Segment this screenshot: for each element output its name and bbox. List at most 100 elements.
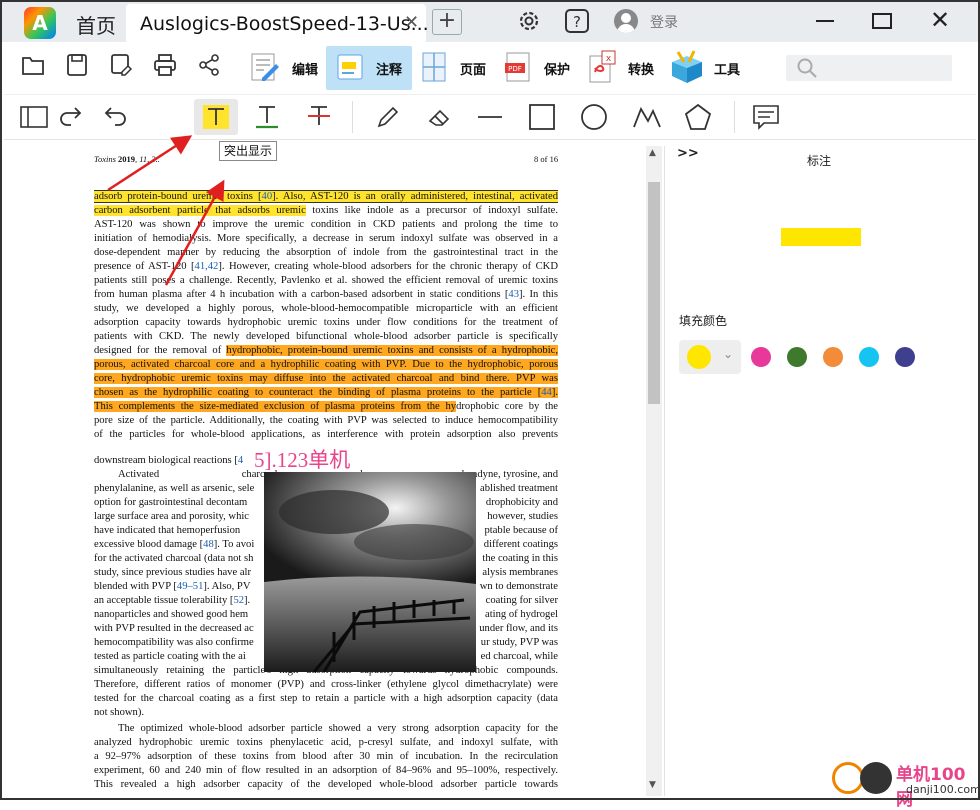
toolbar-convert-label[interactable]: 转换 bbox=[628, 59, 654, 78]
new-tab-button[interactable]: + bbox=[432, 9, 462, 35]
color-swatch-orange[interactable] bbox=[823, 347, 843, 367]
text-line: presence of AST-120 [41,42]. However, cr… bbox=[94, 261, 558, 272]
save-as-icon[interactable] bbox=[108, 52, 134, 78]
chevron-down-icon: ⌄ bbox=[723, 347, 734, 361]
landscape-photo bbox=[264, 472, 476, 672]
maximize-icon[interactable] bbox=[872, 13, 892, 29]
text-line: Therefore, different ratios of monomer (… bbox=[94, 679, 558, 690]
text-line: initiation of hemodialysis. More specifi… bbox=[94, 233, 558, 244]
toolbar-tools-label[interactable]: 工具 bbox=[714, 59, 740, 78]
polygon-icon[interactable] bbox=[684, 103, 712, 131]
pencil-icon[interactable] bbox=[374, 103, 402, 131]
undo-icon[interactable] bbox=[102, 105, 128, 129]
color-swatch-navy[interactable] bbox=[895, 347, 915, 367]
comment-icon[interactable] bbox=[752, 103, 780, 131]
text-line: The optimized whole-blood adsorber parti… bbox=[118, 723, 558, 734]
text-line: a 92–97% adsorption of these toxins from… bbox=[94, 751, 558, 762]
search-icon bbox=[797, 58, 817, 78]
scroll-down-icon[interactable]: ▼ bbox=[649, 780, 656, 790]
tab-document-title: Auslogics-BoostSpeed-13-Us... bbox=[140, 13, 429, 35]
scroll-up-icon[interactable]: ▲ bbox=[649, 148, 656, 158]
toolbar-edit-label[interactable]: 编辑 bbox=[292, 59, 318, 78]
properties-panel: >> 标注 填充颜色 ⌄ bbox=[664, 146, 976, 796]
scrollbar-thumb[interactable] bbox=[648, 182, 660, 404]
collapse-panel-icon[interactable]: >> bbox=[677, 146, 699, 161]
help-icon[interactable]: ? bbox=[564, 8, 590, 34]
search-input[interactable] bbox=[786, 55, 952, 81]
pdf-page: Toxins 2019, 11, 3.. 8 of 16 adsorb prot… bbox=[4, 146, 644, 796]
text-line: carbon adsorbent particle that adsorbs u… bbox=[94, 205, 558, 216]
color-swatch-green[interactable] bbox=[787, 347, 807, 367]
text-line: adsorption capacity towards hydrophobic … bbox=[94, 317, 558, 328]
text-line: designed for the removal of hydrophobic,… bbox=[94, 345, 558, 356]
login-link[interactable]: 登录 bbox=[650, 12, 678, 32]
protect-pdf-icon[interactable]: PDF bbox=[502, 50, 536, 84]
convert-icon[interactable]: x bbox=[586, 50, 620, 84]
annotate-icon[interactable] bbox=[334, 50, 368, 84]
minimize-icon[interactable] bbox=[816, 20, 834, 22]
text-line: AST-120 was shown to improve the uremic … bbox=[94, 219, 558, 230]
text-line: of the particles for whole-blood applica… bbox=[94, 429, 558, 440]
page-icon[interactable] bbox=[418, 50, 452, 84]
tab-document[interactable]: Auslogics-BoostSpeed-13-Us... ✕ bbox=[126, 4, 429, 42]
save-icon[interactable] bbox=[64, 52, 90, 78]
toolbar-protect-label[interactable]: 保护 bbox=[544, 59, 570, 78]
tools-icon[interactable] bbox=[668, 48, 706, 86]
svg-text:PDF: PDF bbox=[508, 65, 522, 73]
share-icon[interactable] bbox=[196, 52, 222, 78]
line-icon[interactable] bbox=[476, 103, 504, 131]
text-line: adsorb protein-bound uremic toxins [40].… bbox=[94, 190, 558, 203]
highlight-tooltip: 突出显示 bbox=[219, 141, 278, 161]
toolbar-divider bbox=[352, 101, 353, 133]
text-line: not shown). bbox=[94, 707, 145, 718]
fill-color-dropdown[interactable]: ⌄ bbox=[679, 340, 741, 374]
vertical-scrollbar[interactable]: ▲ ▼ bbox=[646, 146, 662, 796]
edit-icon[interactable] bbox=[248, 50, 282, 84]
avatar[interactable] bbox=[614, 9, 638, 33]
gear-icon[interactable] bbox=[516, 8, 542, 34]
polyline-icon[interactable] bbox=[632, 103, 662, 131]
text-line: experiment, 60 and 240 min of flow resul… bbox=[94, 765, 558, 776]
tab-close-icon[interactable]: ✕ bbox=[404, 12, 419, 33]
eraser-icon[interactable] bbox=[426, 103, 454, 131]
document-viewer[interactable]: Toxins 2019, 11, 3.. 8 of 16 adsorb prot… bbox=[4, 146, 662, 796]
text-line: chosen as the hydrophilic coating to cou… bbox=[94, 387, 558, 398]
svg-text:?: ? bbox=[573, 13, 581, 31]
selected-color-dot bbox=[687, 345, 711, 369]
site-watermark-en: danji100.com bbox=[906, 783, 980, 796]
annotation-color-preview bbox=[781, 228, 861, 246]
text-line: This revealed a high adsorber capacity o… bbox=[94, 779, 558, 790]
text-line: core, hydrophobic uremic toxins may diff… bbox=[94, 373, 558, 384]
rectangle-icon[interactable] bbox=[528, 103, 556, 131]
print-icon[interactable] bbox=[152, 52, 178, 78]
redo-icon[interactable] bbox=[58, 105, 84, 129]
text-line: analyzed hydrophobic uremic toxins pheny… bbox=[94, 737, 558, 748]
text-line: study, we developed a highly porous, who… bbox=[94, 303, 558, 314]
text-line: pore size of the particle. Additionally,… bbox=[94, 415, 558, 426]
app-logo: A bbox=[24, 7, 56, 39]
text-line: patients with CKD. The newly developed b… bbox=[94, 331, 558, 342]
text-line: dose-dependent manner by reducing the ab… bbox=[94, 247, 558, 258]
toolbar-annotate-label[interactable]: 注释 bbox=[376, 59, 402, 78]
strikethrough-text-icon[interactable] bbox=[304, 103, 334, 131]
open-folder-icon[interactable] bbox=[20, 52, 46, 78]
toolbar-page-label[interactable]: 页面 bbox=[460, 59, 486, 78]
circle-icon[interactable] bbox=[580, 103, 608, 131]
color-swatch-pink[interactable] bbox=[751, 347, 771, 367]
color-swatch-cyan[interactable] bbox=[859, 347, 879, 367]
page-header-citation: Toxins 2019, 11, 3.. bbox=[94, 154, 160, 164]
text-line: tested for the charcoal coating as a fir… bbox=[94, 693, 558, 704]
tab-home[interactable]: 首页 bbox=[76, 10, 116, 39]
main-toolbar: 编辑 注释 页面 PDF 保护 x 转换 工具 bbox=[4, 42, 976, 94]
window-close-icon[interactable]: ✕ bbox=[930, 6, 950, 34]
site-watermark-logo: 单机100网 danji100.com bbox=[830, 758, 980, 810]
watermark-dot-icon bbox=[860, 762, 892, 794]
text-line: patients still poses a challenge. Recent… bbox=[94, 275, 558, 286]
text-line: porous, activated charcoal core and a hy… bbox=[94, 359, 558, 370]
underline-text-icon[interactable] bbox=[252, 103, 282, 131]
text-line: from human plasma after 4 h incubation w… bbox=[94, 289, 558, 300]
sidebar-toggle-icon[interactable] bbox=[20, 105, 48, 129]
panel-title: 标注 bbox=[807, 154, 832, 168]
fill-color-label: 填充颜色 bbox=[679, 314, 728, 328]
highlight-text-icon[interactable] bbox=[201, 103, 231, 131]
